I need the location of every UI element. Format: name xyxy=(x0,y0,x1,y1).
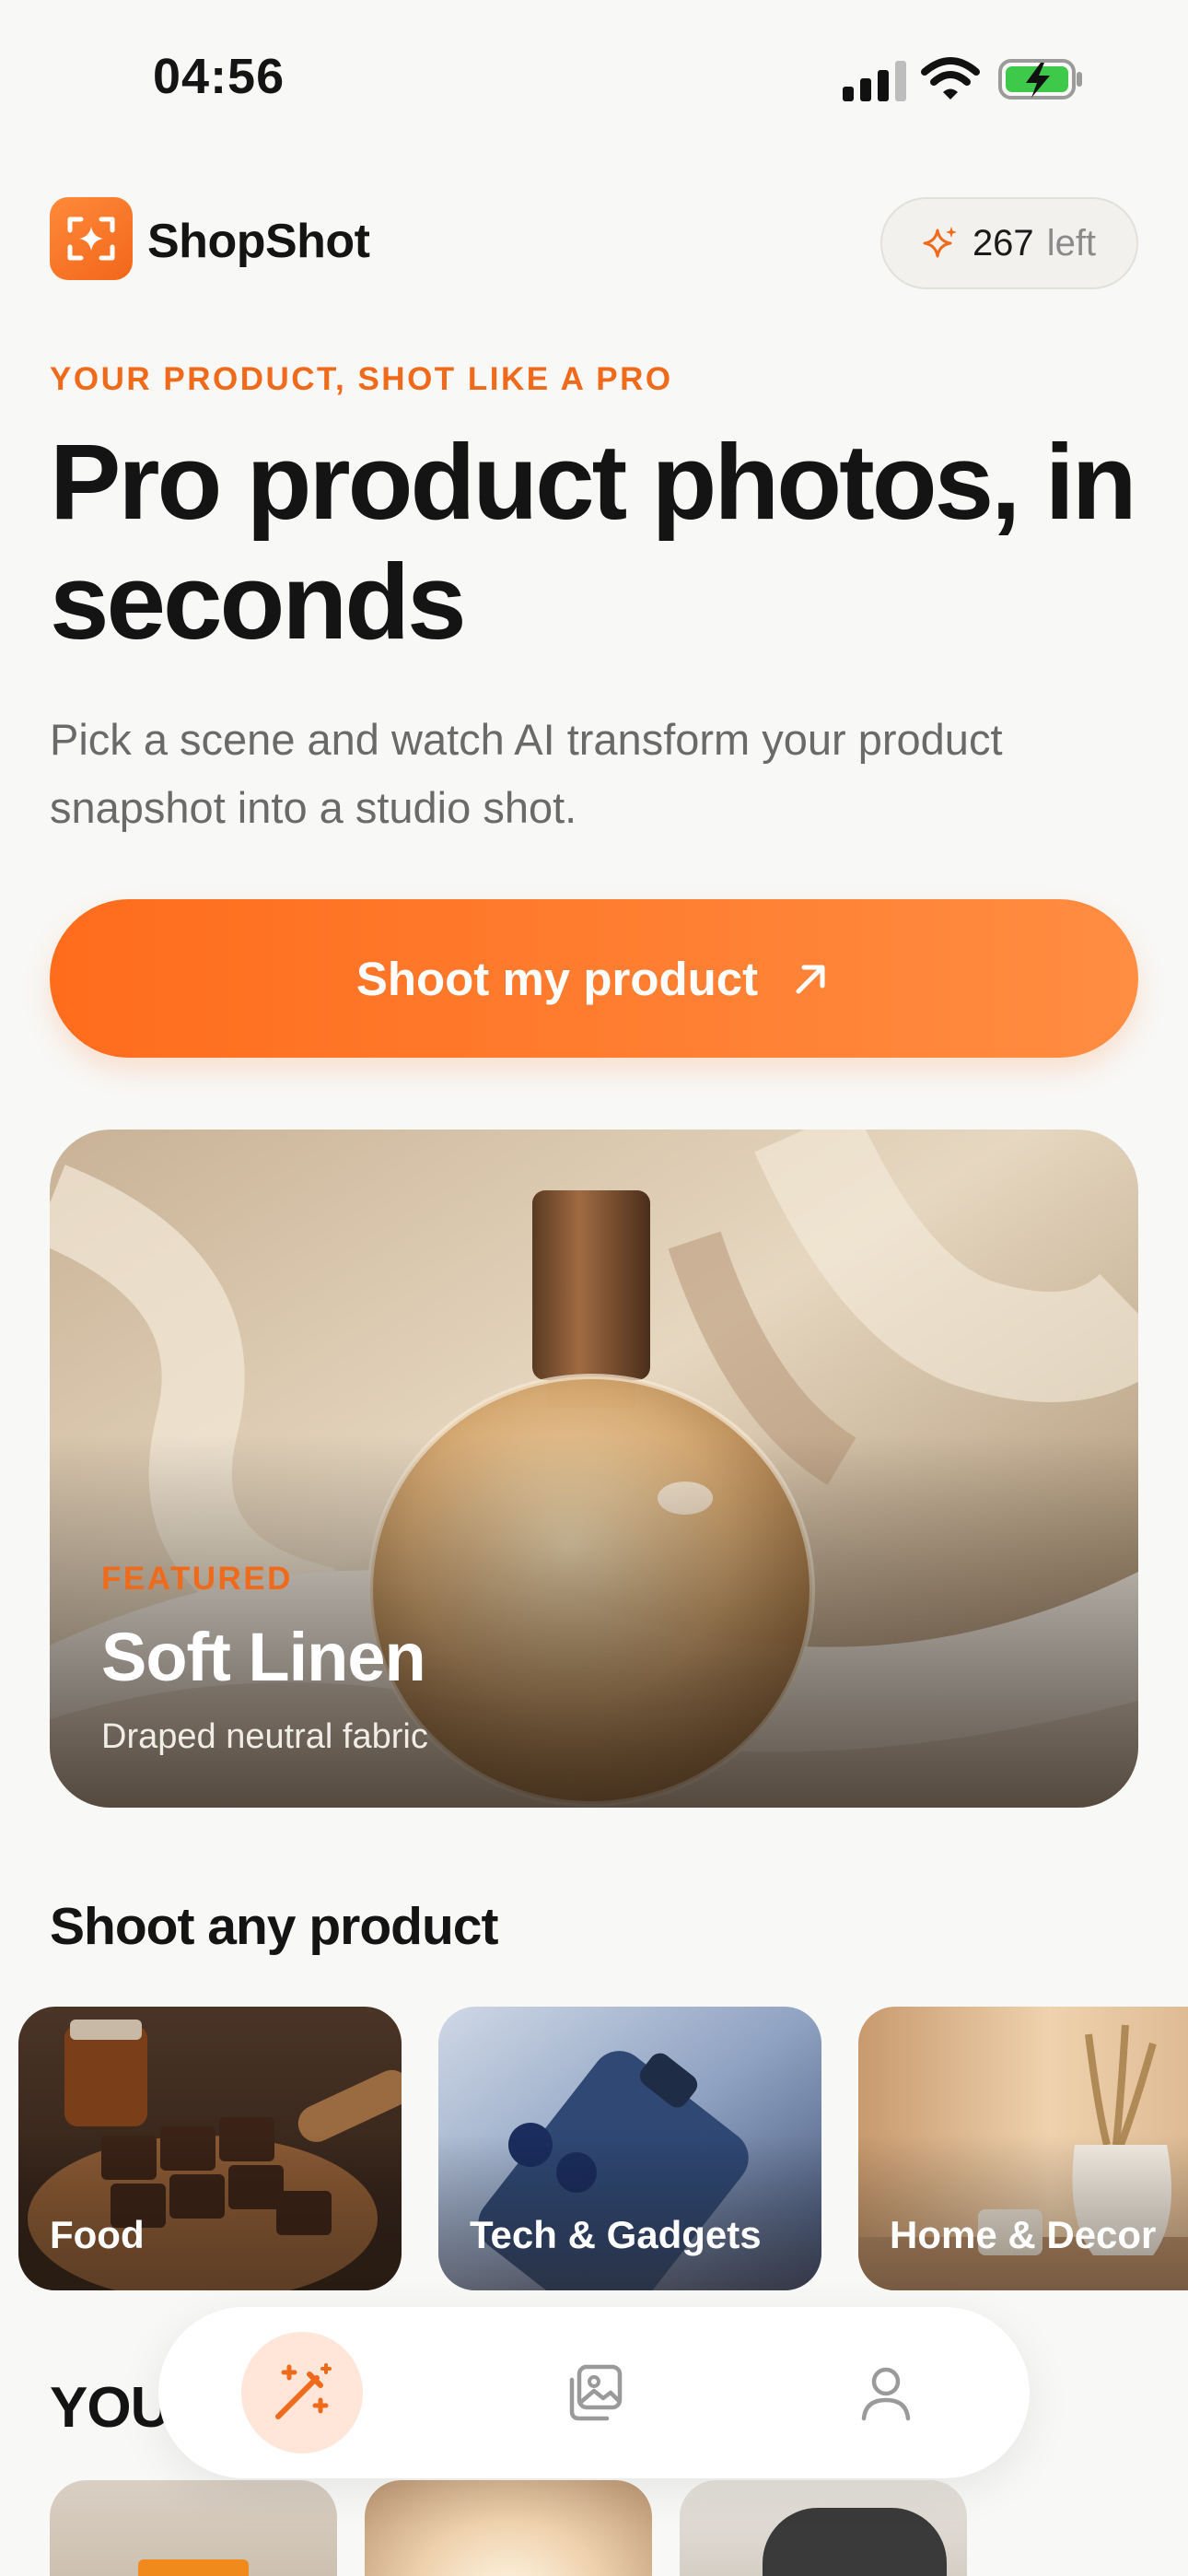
nav-gallery[interactable] xyxy=(520,2307,668,2478)
battery-charging-icon xyxy=(998,59,1082,100)
credits-suffix: left xyxy=(1046,222,1097,263)
category-label: Home & Decor xyxy=(890,2213,1157,2256)
featured-title: Soft Linen xyxy=(101,1619,426,1695)
second-section-title: YOU xyxy=(50,2376,171,2440)
nav-active-indicator xyxy=(241,2332,363,2453)
nav-profile[interactable] xyxy=(812,2307,960,2478)
gallery-icon xyxy=(569,2364,623,2421)
category-card-food[interactable]: Food xyxy=(18,2007,402,2290)
status-time: 04:56 xyxy=(153,49,285,104)
wifi-icon xyxy=(921,57,980,100)
category-card-home[interactable]: Home & Decor xyxy=(858,2007,1188,2290)
hero-title: Pro product photos, in seconds xyxy=(50,422,1137,662)
featured-scene-card[interactable]: FEATURED Soft Linen Draped neutral fabri… xyxy=(50,1130,1138,1808)
featured-subtitle: Draped neutral fabric xyxy=(101,1717,428,1756)
category-label: Food xyxy=(50,2213,145,2256)
app-name: ShopShot xyxy=(147,215,370,268)
nav-create[interactable] xyxy=(228,2307,376,2478)
sparkle-icon xyxy=(923,227,957,258)
app-header: ShopShot 267 left xyxy=(50,197,1138,289)
hero-subtitle: Pick a scene and watch AI transform your… xyxy=(50,715,1003,832)
category-label: Tech & Gadgets xyxy=(470,2213,762,2256)
cta-label: Shoot my product xyxy=(355,952,759,1005)
arrow-up-right-icon xyxy=(796,965,825,994)
cellular-signal-icon xyxy=(843,61,906,101)
credits-badge[interactable]: 267 left xyxy=(880,197,1138,289)
credits-count: 267 xyxy=(972,222,1034,263)
featured-eyebrow: FEATURED xyxy=(101,1561,293,1597)
status-bar: 04:56 xyxy=(0,0,1188,157)
featured-image xyxy=(50,1130,1138,1808)
hero-eyebrow: YOUR PRODUCT, SHOT LIKE A PRO xyxy=(50,361,673,397)
logo-icon xyxy=(50,197,133,280)
shoot-product-button[interactable]: Shoot my product xyxy=(50,899,1138,1058)
recent-shot-thumbnail[interactable] xyxy=(365,2480,652,2576)
bottom-navigation xyxy=(158,2307,1030,2478)
profile-icon xyxy=(861,2367,911,2421)
recent-shot-thumbnail[interactable] xyxy=(680,2480,967,2576)
categories-section-title: Shoot any product xyxy=(50,1897,498,1956)
recent-shot-thumbnail[interactable] xyxy=(50,2480,337,2576)
magic-wand-icon xyxy=(275,2363,332,2419)
category-card-tech[interactable]: Tech & Gadgets xyxy=(438,2007,821,2290)
